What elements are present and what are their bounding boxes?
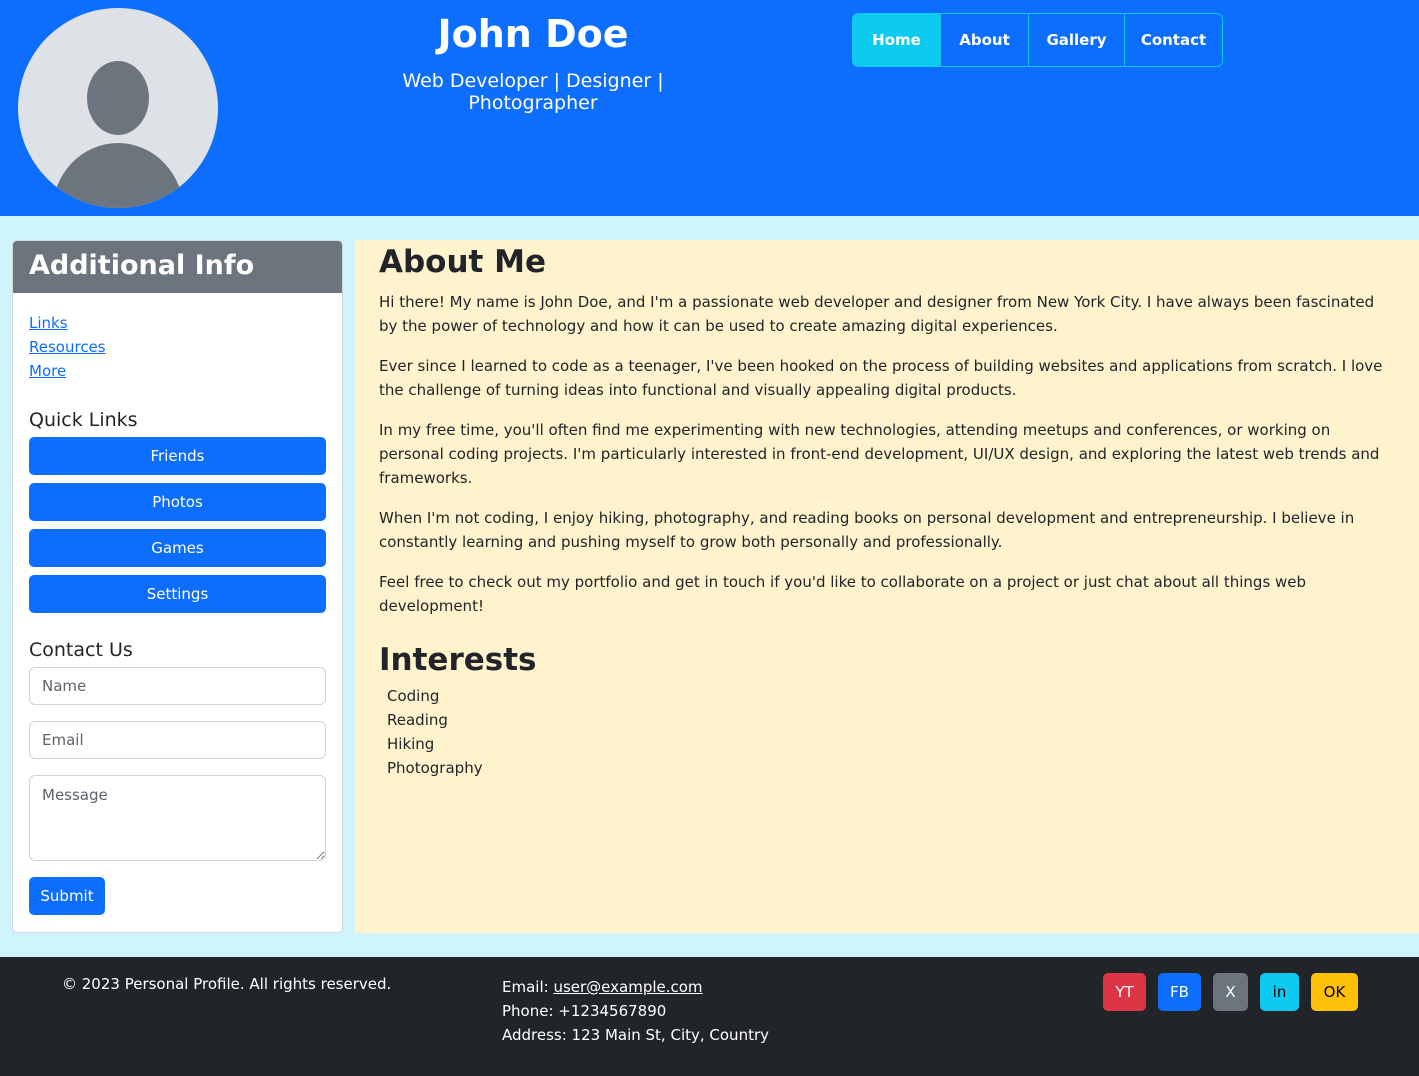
email-link[interactable]: user@example.com <box>553 978 702 996</box>
nav-home[interactable]: Home <box>853 14 940 66</box>
interest-item: Hiking <box>387 735 435 753</box>
quick-links-heading: Quick Links <box>29 409 138 431</box>
nav-about[interactable]: About <box>940 14 1028 66</box>
photos-button[interactable]: Photos <box>29 483 326 521</box>
ok-button[interactable]: OK <box>1311 973 1358 1011</box>
about-paragraph: Feel free to check out my portfolio and … <box>379 573 1307 615</box>
main-content: About Me Hi there! My name is John Doe, … <box>355 240 1419 933</box>
friends-button[interactable]: Friends <box>29 437 326 475</box>
sidebar: Additional Info Links Resources More Qui… <box>12 240 343 933</box>
sidebar-title: Additional Info <box>13 241 342 293</box>
footer-address: Address: 123 Main St, City, Country <box>502 1026 769 1044</box>
name-field[interactable] <box>29 667 326 705</box>
sidebar-link-resources[interactable]: Resources <box>29 335 326 359</box>
user-silhouette-icon <box>52 61 184 208</box>
page-header: John Doe Web Developer | Designer | Phot… <box>0 0 1419 216</box>
x-button[interactable]: X <box>1213 973 1248 1011</box>
about-paragraph: Ever since I learned to code as a teenag… <box>379 357 1383 399</box>
about-heading: About Me <box>379 244 547 280</box>
avatar <box>18 8 218 208</box>
main-nav: Home About Gallery Contact <box>852 13 1223 67</box>
linkedin-button[interactable]: in <box>1260 973 1299 1011</box>
youtube-button[interactable]: YT <box>1103 973 1146 1011</box>
copyright-text: © 2023 Personal Profile. All rights rese… <box>62 975 392 993</box>
social-links: YT FB X in OK <box>1103 973 1370 1011</box>
interest-item: Coding <box>387 687 440 705</box>
games-button[interactable]: Games <box>29 529 326 567</box>
message-field[interactable] <box>29 775 326 861</box>
page-footer: © 2023 Personal Profile. All rights rese… <box>0 957 1419 1076</box>
sidebar-link-more[interactable]: More <box>29 359 326 383</box>
page-subtitle: Web Developer | Designer | Photographer <box>402 70 664 114</box>
footer-contact-info: Email: user@example.com Phone: +12345678… <box>502 975 769 1047</box>
email-label: Email: <box>502 978 554 996</box>
footer-phone: Phone: +1234567890 <box>502 1002 667 1020</box>
settings-button[interactable]: Settings <box>29 575 326 613</box>
nav-contact[interactable]: Contact <box>1124 14 1222 66</box>
page-title: John Doe <box>437 12 629 56</box>
email-field[interactable] <box>29 721 326 759</box>
interests-heading: Interests <box>379 642 537 678</box>
contact-us-heading: Contact Us <box>29 639 133 661</box>
nav-gallery[interactable]: Gallery <box>1028 14 1124 66</box>
about-paragraph: In my free time, you'll often find me ex… <box>379 421 1380 487</box>
sidebar-body: Links Resources More Quick Links Friends… <box>13 293 342 932</box>
interest-item: Photography <box>387 759 483 777</box>
submit-button[interactable]: Submit <box>29 877 105 915</box>
footer-email-line: Email: user@example.com <box>502 975 769 999</box>
about-paragraph: When I'm not coding, I enjoy hiking, pho… <box>379 509 1355 551</box>
about-paragraph: Hi there! My name is John Doe, and I'm a… <box>379 293 1375 335</box>
interest-item: Reading <box>387 711 448 729</box>
facebook-button[interactable]: FB <box>1158 973 1201 1011</box>
sidebar-link-links[interactable]: Links <box>29 311 326 335</box>
